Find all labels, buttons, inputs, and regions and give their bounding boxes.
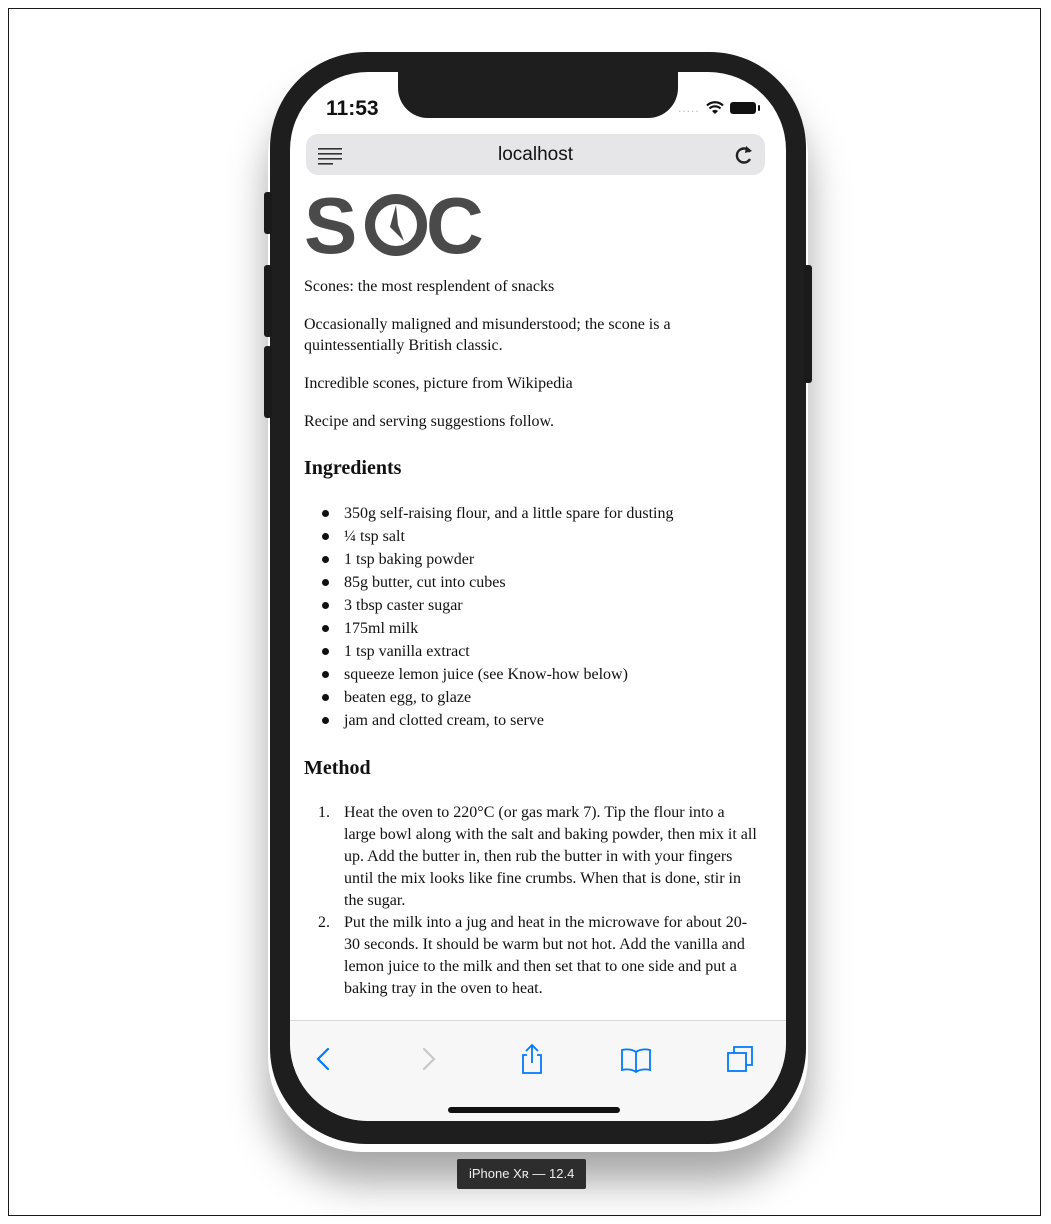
list-item: jam and clotted cream, to serve: [322, 709, 766, 732]
follow-paragraph: Recipe and serving suggestions follow.: [304, 413, 555, 430]
intro-paragraph: Occasionally maligned and misunderstood;…: [304, 316, 671, 354]
list-item: 3 tbsp caster sugar: [322, 594, 766, 617]
silent-switch: [264, 192, 272, 234]
status-time: 11:53: [326, 97, 379, 120]
volume-down-button[interactable]: [264, 346, 272, 418]
step-number: 1.: [318, 804, 330, 821]
list-item: 1 tsp vanilla extract: [322, 640, 766, 663]
back-icon[interactable]: [308, 1043, 340, 1075]
step-number: 2.: [318, 914, 330, 931]
notch: [398, 72, 678, 118]
address-bar[interactable]: localhost: [306, 134, 765, 175]
ingredients-list: 350g self-raising flour, and a little sp…: [304, 502, 766, 732]
method-step: 1. Heat the oven to 220°C (or gas mark 7)…: [318, 802, 766, 912]
method-list: 1. Heat the oven to 220°C (or gas mark 7)…: [304, 802, 766, 1000]
step-text: Put the milk into a jug and heat in the …: [344, 914, 748, 997]
method-step: 2. Put the milk into a jug and heat in th…: [318, 912, 766, 1000]
bookmarks-icon[interactable]: [620, 1043, 652, 1075]
volume-up-button[interactable]: [264, 265, 272, 337]
tagline: Scones: the most resplendent of snacks: [304, 278, 555, 295]
safari-toolbar: [290, 1020, 786, 1121]
site-logo: S C: [304, 187, 484, 263]
method-heading: Method: [304, 757, 371, 779]
list-item: ¼ tsp salt: [322, 525, 766, 548]
ingredients-heading: Ingredients: [304, 457, 402, 479]
list-item: 350g self-raising flour, and a little sp…: [322, 502, 766, 525]
signal-icon: .....: [678, 101, 700, 115]
power-button[interactable]: [804, 265, 812, 383]
list-item: beaten egg, to glaze: [322, 686, 766, 709]
status-indicators: .....: [678, 100, 760, 116]
step-text: Heat the oven to 220°C (or gas mark 7). …: [344, 804, 757, 909]
url-text[interactable]: localhost: [306, 144, 765, 166]
wifi-icon: [705, 101, 724, 114]
reload-icon[interactable]: [733, 143, 755, 167]
page-content: S C Scones: the most resplendent of snac…: [304, 187, 766, 1019]
svg-text:C: C: [426, 187, 484, 263]
tabs-icon[interactable]: [724, 1043, 756, 1075]
list-item: 1 tsp baking powder: [322, 548, 766, 571]
phone-screen: 11:53 ..... localhost S C Scones: the mo…: [290, 72, 786, 1121]
svg-text:S: S: [304, 187, 357, 263]
share-icon[interactable]: [516, 1043, 548, 1075]
list-item: 175ml milk: [322, 617, 766, 640]
list-item: 85g butter, cut into cubes: [322, 571, 766, 594]
list-item: squeeze lemon juice (see Know-how below): [322, 663, 766, 686]
image-caption: Incredible scones, picture from Wikipedi…: [304, 375, 573, 392]
home-indicator[interactable]: [448, 1107, 620, 1113]
forward-icon[interactable]: [412, 1043, 444, 1075]
simulator-device-label: iPhone Xʀ — 12.4: [457, 1159, 587, 1189]
battery-icon: [729, 102, 760, 114]
